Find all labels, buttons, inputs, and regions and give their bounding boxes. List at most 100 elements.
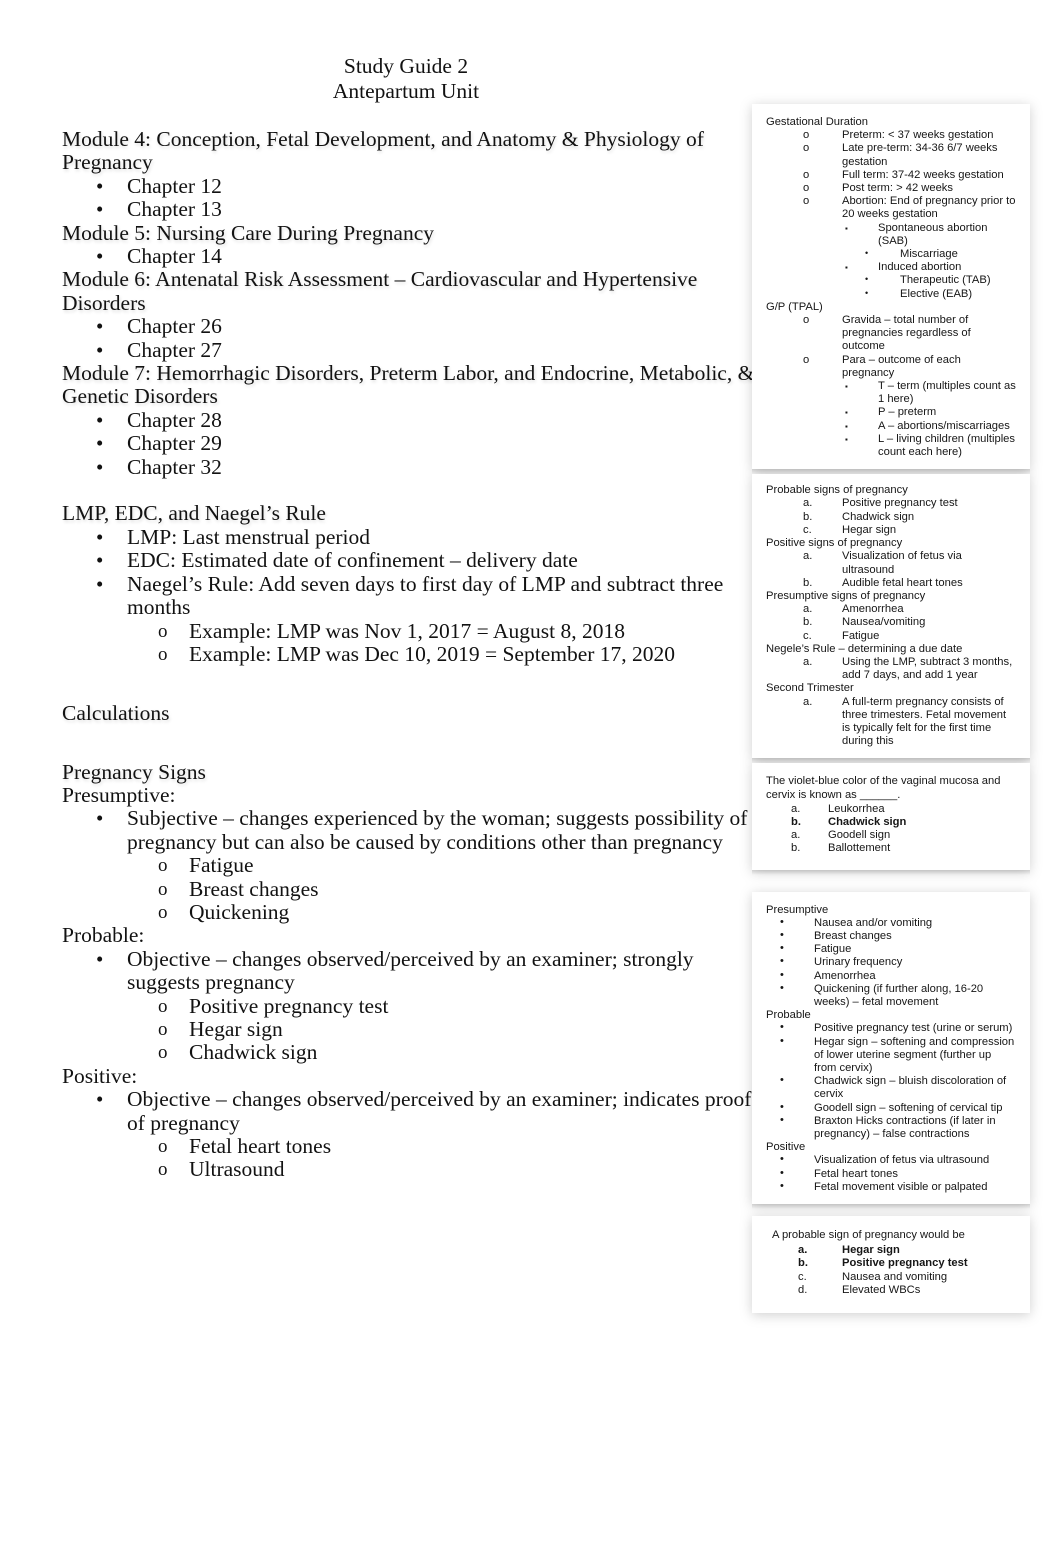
answer-option[interactable]: b. Positive pregnancy test — [766, 1257, 1016, 1270]
list-item: a. Amenorrhea — [766, 603, 1016, 616]
positive-detail-list: • Visualization of fetus via ultrasound •… — [766, 1153, 1016, 1194]
list-item-label: Preterm: < 37 weeks gestation — [842, 129, 994, 142]
circle-bullet-icon: o — [158, 1136, 168, 1158]
list-item: o Positive pregnancy test — [62, 993, 762, 1018]
list-item: o Example: LMP was Dec 10, 2019 = Septemb… — [62, 641, 762, 666]
answer-option[interactable]: b. Ballottement — [766, 842, 1016, 855]
answer-option[interactable]: d. Elevated WBCs — [766, 1284, 1016, 1297]
document-title-block: Study Guide 2 Antepartum Unit — [0, 54, 812, 104]
list-item-label: Hegar sign – softening and compression o… — [814, 1035, 1015, 1074]
notes-panel-signs-detail: Presumptive • Nausea and/or vomiting • Bre… — [752, 891, 1030, 1210]
list-item: c. Fatigue — [766, 630, 1016, 643]
positive-signs-list: a. Visualization of fetus via ultrasound … — [766, 550, 1016, 590]
chapter-label: Chapter 29 — [127, 431, 222, 456]
module-heading: Module 4: Conception, Fetal Development,… — [62, 127, 762, 175]
list-item-label: Braxton Hicks contractions (if later in … — [814, 1114, 996, 1141]
example-label: Example: LMP was Dec 10, 2019 = Septembe… — [189, 641, 676, 666]
signs-group-label: Probable: — [62, 923, 145, 948]
list-item-label: Therapeutic (TAB) — [900, 274, 991, 287]
chapter-list: • Chapter 14 — [62, 244, 762, 269]
list-item: ▪ P – preterm — [766, 406, 1016, 419]
bullet-icon: • — [780, 1021, 784, 1034]
circle-bullet-icon: o — [803, 195, 810, 208]
answer-option[interactable]: c. Nausea and vomiting — [766, 1271, 1016, 1284]
list-item: ▪ Induced abortion — [766, 261, 1016, 274]
circle-bullet-icon: o — [158, 1159, 168, 1181]
signs-definition-list: • Subjective – changes experienced by the… — [62, 806, 762, 854]
signs-item-label: Fatigue — [189, 853, 254, 878]
question-text: The violet-blue color of the vaginal muc… — [766, 775, 1001, 801]
list-item: • Naegel’s Rule: Add seven days to first … — [62, 571, 762, 620]
bullet-icon: • — [96, 571, 104, 596]
bullet-icon: • — [96, 524, 104, 549]
list-item-label: Gravida – total number of pregnancies re… — [842, 314, 971, 353]
chapter-list: • Chapter 28 • Chapter 29 • Chapter 32 — [62, 408, 762, 479]
list-item: • Positive pregnancy test (urine or serum… — [766, 1021, 1016, 1035]
bullet-icon: • — [780, 955, 784, 968]
circle-bullet-icon: o — [158, 901, 168, 923]
module-heading-text: Module 5: Nursing Care During Pregnancy — [62, 220, 434, 245]
answer-option[interactable]: a. Goodell sign — [766, 829, 1016, 842]
panel-heading: Second Trimester — [766, 682, 854, 695]
panel-heading: Gestational Duration — [766, 116, 868, 128]
bullet-icon: • — [96, 454, 104, 479]
bullet-icon: • — [96, 173, 104, 198]
answer-option[interactable]: a. Hegar sign — [766, 1244, 1016, 1257]
lmp-bullet-list: • LMP: Last menstrual period • EDC: Estima… — [62, 524, 762, 620]
section-heading-lmp: LMP, EDC, and Naegel’s Rule — [62, 502, 762, 526]
lmp-bullet-label: Naegel’s Rule: Add seven days to first d… — [127, 571, 724, 620]
gestational-duration-list: o Preterm: < 37 weeks gestation o Late pre… — [766, 129, 1016, 301]
list-item-label: Visualization of fetus via ultrasound — [814, 1154, 990, 1167]
list-item-label: Miscarriage — [900, 248, 958, 261]
chapter-list: • Chapter 26 • Chapter 27 — [62, 314, 762, 362]
option-label: Positive pregnancy test — [842, 1257, 968, 1270]
signs-item-label: Hegar sign — [189, 1016, 283, 1041]
list-item-label: Nausea/vomiting — [842, 616, 926, 629]
signs-item-label: Positive pregnancy test — [189, 993, 389, 1018]
answer-option[interactable]: b. Chadwick sign — [766, 816, 1016, 829]
option-label: Hegar sign — [842, 1244, 900, 1257]
list-item-label: Para – outcome of each pregnancy — [842, 353, 961, 379]
signs-definition: Objective – changes observed/perceived b… — [127, 946, 694, 995]
chapter-list: • Chapter 12 • Chapter 13 — [62, 173, 762, 222]
bullet-icon: • — [780, 968, 784, 981]
second-trimester-list: a. A full-term pregnancy consists of thre… — [766, 696, 1016, 749]
signs-item-list: o Positive pregnancy test o Hegar sign o Ch… — [62, 993, 762, 1065]
list-item: • EDC: Estimated date of confinement – de… — [62, 548, 762, 572]
module-heading: Module 7: Hemorrhagic Disorders, Preterm… — [62, 361, 762, 409]
list-item: • Hegar sign – softening and compression … — [766, 1035, 1016, 1076]
square-bullet-icon: ▪ — [845, 421, 848, 431]
circle-bullet-icon: o — [158, 995, 168, 1017]
list-item: • Elective (EAB) — [766, 288, 1016, 301]
bullet-icon: • — [96, 1087, 104, 1112]
bullet-icon: • — [780, 1100, 784, 1113]
list-item-label: T – term (multiples count as 1 here) — [878, 380, 1016, 406]
list-marker: a. — [803, 497, 813, 510]
list-item: • Breast changes — [766, 929, 1016, 943]
option-label: Nausea and vomiting — [842, 1270, 948, 1283]
chapter-label: Chapter 14 — [127, 244, 222, 269]
list-item: • Fetal movement visible or palpated — [766, 1180, 1016, 1194]
list-marker: b. — [803, 616, 813, 629]
list-item: o Ultrasound — [62, 1158, 762, 1181]
lmp-bullet-label: LMP: Last menstrual period — [127, 524, 371, 549]
list-item: ▪ Spontaneous abortion (SAB) — [766, 222, 1016, 248]
notes-panel-question-probable-sign: A probable sign of pregnancy would be a.… — [752, 1216, 1030, 1314]
list-item-label: Fatigue — [814, 943, 852, 956]
list-marker: c. — [803, 629, 812, 642]
module-heading: Module 6: Antenatal Risk Assessment – Ca… — [62, 268, 762, 315]
notes-panel-signs-summary: Probable signs of pregnancy a. Positive p… — [752, 474, 1030, 764]
list-item: • Chadwick sign – bluish discoloration of… — [766, 1074, 1016, 1101]
list-item-label: Abortion: End of pregnancy prior to 20 w… — [842, 195, 1016, 221]
list-item-label: Fetal movement visible or palpated — [814, 1180, 988, 1193]
answer-option[interactable]: a. Leukorrhea — [766, 803, 1016, 816]
notes-panel-question-chadwick: The violet-blue color of the vaginal muc… — [752, 763, 1030, 875]
chapter-label: Chapter 27 — [127, 337, 222, 362]
bullet-icon: • — [780, 1113, 784, 1126]
list-item-label: Goodell sign – softening of cervical tip — [814, 1101, 1003, 1114]
list-item: o Fetal heart tones — [62, 1134, 762, 1158]
list-item-label: A full-term pregnancy consists of three … — [842, 695, 1007, 748]
list-item-label: Breast changes — [814, 929, 892, 942]
lmp-example-list: o Example: LMP was Nov 1, 2017 = August 8… — [62, 619, 762, 667]
